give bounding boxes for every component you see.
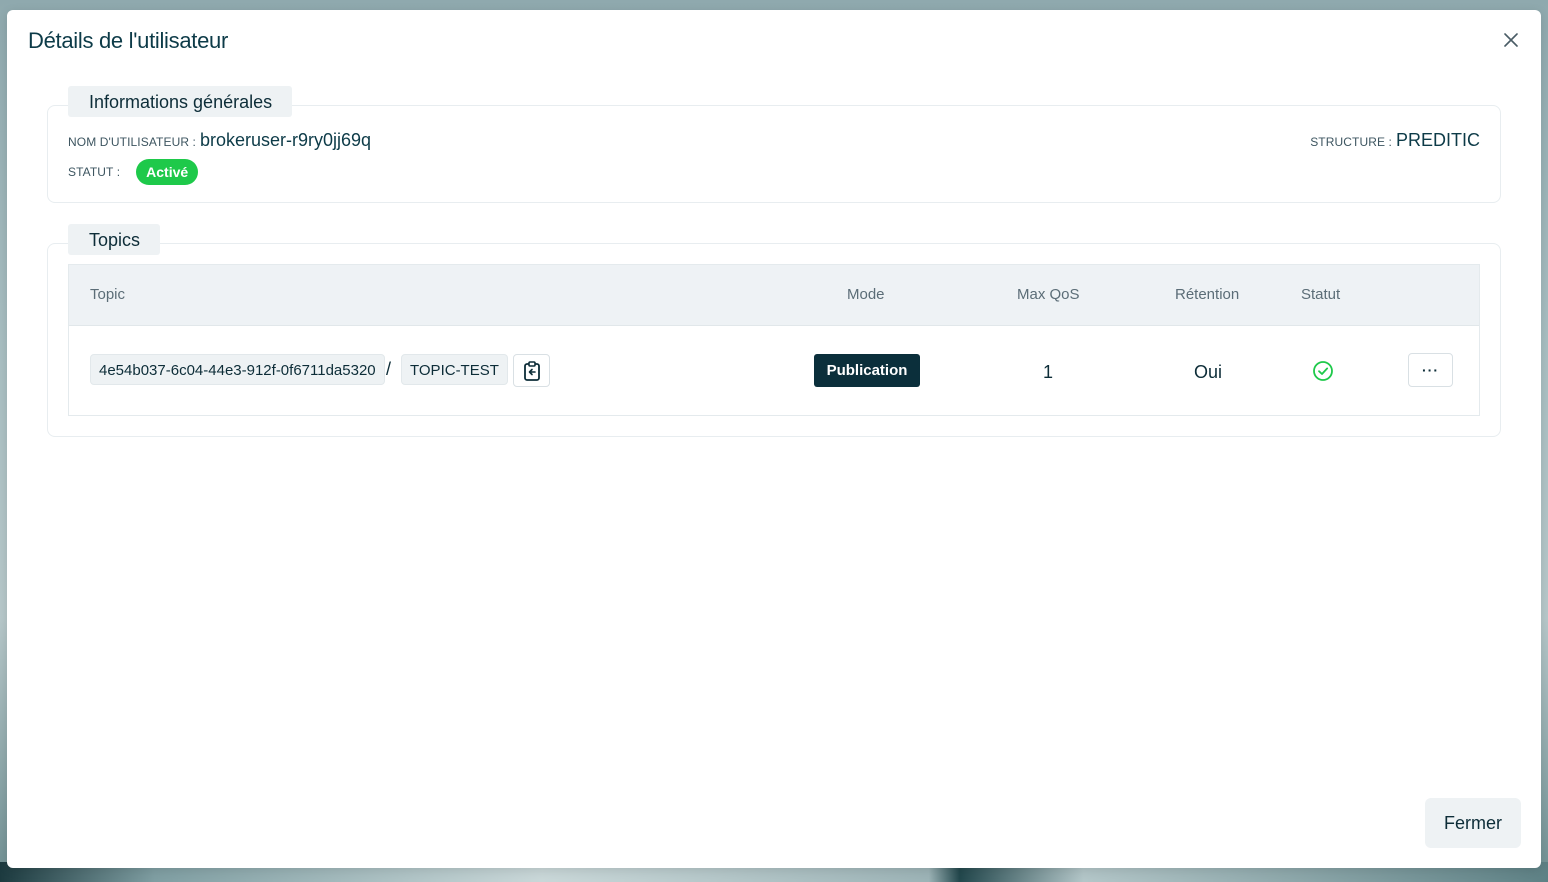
- status-badge: Activé: [136, 159, 199, 185]
- structure-label: STRUCTURE :: [1310, 135, 1392, 149]
- column-header-max-qos: Max QoS: [1017, 286, 1080, 303]
- close-modal-button[interactable]: Fermer: [1425, 798, 1521, 848]
- check-circle-icon: [1313, 361, 1333, 381]
- table-header: Topic Mode Max QoS Rétention Statut: [69, 265, 1479, 326]
- mode-badge: Publication: [814, 354, 920, 387]
- clipboard-copy-icon: [523, 360, 540, 381]
- topic-name-chip: TOPIC-TEST: [401, 354, 508, 385]
- topics-section-title: Topics: [68, 224, 161, 255]
- column-header-topic: Topic: [90, 286, 126, 303]
- topics-section: Topics Topic Mode Max QoS Rétention Stat…: [47, 224, 1501, 437]
- status-field: STATUT : Activé: [68, 159, 199, 185]
- structure-value: PREDITIC: [1395, 130, 1480, 150]
- structure-field: STRUCTURE : PREDITIC: [1310, 130, 1480, 151]
- column-header-retention: Rétention: [1175, 286, 1240, 303]
- column-header-mode: Mode: [847, 286, 885, 303]
- close-icon: [1504, 33, 1518, 47]
- close-button[interactable]: [1499, 28, 1523, 52]
- row-actions-button[interactable]: ···: [1408, 353, 1453, 387]
- general-info-section-title: Informations générales: [68, 86, 293, 117]
- general-info-section: Informations générales NOM D'UTILISATEUR…: [47, 86, 1501, 203]
- topic-separator: /: [386, 359, 392, 379]
- topic-prefix-chip: 4e54b037-6c04-44e3-912f-0f6711da5320: [90, 354, 385, 385]
- column-header-status: Statut: [1301, 286, 1341, 303]
- username-label: NOM D'UTILISATEUR :: [68, 135, 196, 149]
- copy-topic-button[interactable]: [513, 354, 550, 387]
- modal-title: Détails de l'utilisateur: [28, 28, 228, 53]
- more-options-icon: ···: [1422, 362, 1439, 378]
- retention-value: Oui: [1194, 362, 1223, 382]
- user-details-modal: Détails de l'utilisateur Informations gé…: [7, 10, 1541, 868]
- username-value: brokeruser-r9ry0jj69q: [199, 130, 372, 150]
- status-label: STATUT :: [68, 165, 121, 179]
- max-qos-value: 1: [1043, 362, 1054, 382]
- username-field: NOM D'UTILISATEUR : brokeruser-r9ry0jj69…: [68, 130, 371, 151]
- topics-table: Topic Mode Max QoS Rétention Statut 4e54…: [68, 264, 1480, 416]
- table-row: 4e54b037-6c04-44e3-912f-0f6711da5320 / T…: [69, 325, 1479, 415]
